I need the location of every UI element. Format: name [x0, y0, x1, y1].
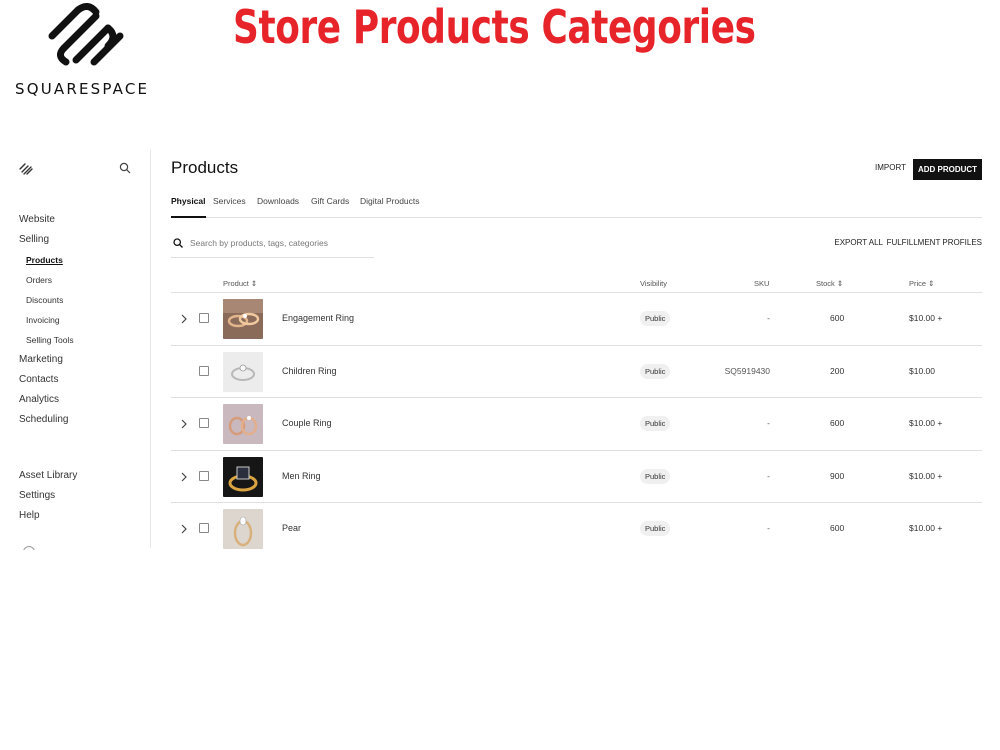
table-row[interactable]: Couple Ring Public - 600 $10.00 +	[171, 398, 982, 451]
column-price[interactable]: Price ⇕	[909, 279, 934, 288]
stock-value: 600	[830, 418, 845, 428]
product-type-tabs: Physical Services Downloads Gift Cards D…	[171, 196, 982, 218]
product-name[interactable]: Couple Ring	[282, 418, 332, 428]
sidebar-item-selling[interactable]: Selling	[19, 234, 74, 254]
tab-physical[interactable]: Physical	[171, 196, 206, 218]
column-visibility: Visibility	[640, 279, 667, 288]
table-header: Product ⇕ Visibility SKU Stock ⇕ Price ⇕	[171, 274, 982, 293]
sidebar-bottom-nav: Asset Library Settings Help	[19, 470, 77, 530]
stock-value: 200	[830, 365, 845, 376]
row-checkbox[interactable]	[199, 365, 209, 376]
avatar[interactable]	[23, 546, 35, 550]
search-icon[interactable]	[119, 162, 131, 174]
product-name[interactable]: Men Ring	[282, 471, 321, 481]
pear-diamond-ring-photo	[223, 509, 263, 549]
column-product[interactable]: Product ⇕	[223, 279, 257, 288]
product-name[interactable]: Pear	[282, 523, 301, 533]
sidebar-item-contacts[interactable]: Contacts	[19, 374, 74, 394]
sidebar-item-asset-library[interactable]: Asset Library	[19, 470, 77, 490]
price-value: $10.00	[909, 365, 935, 376]
visibility-badge: Public	[640, 416, 671, 431]
sidebar-item-analytics[interactable]: Analytics	[19, 394, 74, 414]
visibility-badge: Public	[640, 521, 671, 536]
export-all-button[interactable]: EXPORT ALL	[834, 238, 883, 247]
stock-value: 600	[830, 523, 845, 533]
sidebar-item-products[interactable]: Products	[19, 254, 74, 274]
search-icon	[173, 238, 183, 248]
tab-digital-products[interactable]: Digital Products	[360, 196, 420, 218]
sidebar-item-invoicing[interactable]: Invoicing	[19, 314, 74, 334]
couple-rings-photo	[223, 404, 263, 444]
stock-value: 600	[830, 313, 845, 323]
visibility-badge: Public	[640, 468, 671, 484]
banner-title: Store Products Categories	[233, 0, 756, 54]
column-sku: SKU	[754, 279, 770, 288]
sku-value: -	[767, 470, 770, 481]
visibility-badge: Public	[640, 363, 671, 379]
tab-services[interactable]: Services	[213, 196, 246, 218]
sidebar-item-orders[interactable]: Orders	[19, 274, 74, 294]
import-button[interactable]: IMPORT	[875, 163, 906, 172]
row-checkbox[interactable]	[199, 418, 209, 428]
price-value: $10.00 +	[909, 313, 943, 323]
visibility-badge: Public	[640, 311, 671, 326]
tab-gift-cards[interactable]: Gift Cards	[311, 196, 349, 218]
page-title: Products	[171, 158, 239, 177]
row-checkbox[interactable]	[199, 313, 209, 323]
chevron-right-icon[interactable]	[180, 524, 188, 534]
sku-value: -	[767, 313, 770, 323]
table-row[interactable]: Engagement Ring Public - 600 $10.00 +	[171, 293, 982, 346]
black-gem-ring-photo	[223, 456, 263, 497]
search-bar	[171, 234, 374, 258]
sidebar-item-settings[interactable]: Settings	[19, 490, 77, 510]
brand-name: SQUARESPACE	[15, 80, 150, 98]
products-table: Product ⇕ Visibility SKU Stock ⇕ Price ⇕…	[171, 274, 982, 550]
row-checkbox[interactable]	[199, 470, 209, 481]
sidebar-item-scheduling[interactable]: Scheduling	[19, 414, 74, 434]
squarespace-logo-icon[interactable]	[19, 163, 33, 175]
column-stock[interactable]: Stock ⇕	[816, 279, 843, 288]
table-row[interactable]: Pear Public - 600 $10.00 +	[171, 503, 982, 550]
add-product-button[interactable]: ADD PRODUCT	[913, 159, 982, 180]
chevron-right-icon[interactable]	[180, 419, 188, 429]
sidebar-item-help[interactable]: Help	[19, 510, 77, 530]
app-window: Website Selling Products Orders Discount…	[0, 150, 1000, 550]
rose-gold-rings-photo	[223, 299, 263, 339]
stock-value: 900	[830, 470, 845, 481]
sidebar-item-website[interactable]: Website	[19, 214, 74, 234]
sidebar-item-discounts[interactable]: Discounts	[19, 294, 74, 314]
squarespace-logo-icon	[48, 3, 124, 66]
table-row[interactable]: Children Ring Public SQ5919430 200 $10.0…	[171, 346, 982, 398]
sidebar-item-selling-tools[interactable]: Selling Tools	[19, 334, 74, 354]
price-value: $10.00 +	[909, 418, 943, 428]
sku-value: SQ5919430	[724, 365, 770, 376]
sidebar: Website Selling Products Orders Discount…	[0, 150, 151, 550]
chevron-right-icon[interactable]	[180, 314, 188, 324]
product-name[interactable]: Engagement Ring	[282, 313, 354, 323]
silver-ring-photo	[223, 351, 263, 392]
sku-value: -	[767, 523, 770, 533]
fulfillment-profiles-button[interactable]: FULFILLMENT PROFILES	[887, 238, 982, 247]
chevron-right-icon[interactable]	[180, 472, 188, 482]
table-row[interactable]: Men Ring Public - 900 $10.00 +	[171, 451, 982, 503]
price-value: $10.00 +	[909, 470, 943, 481]
row-checkbox[interactable]	[199, 523, 209, 533]
sku-value: -	[767, 418, 770, 428]
search-input[interactable]	[190, 234, 370, 252]
product-name[interactable]: Children Ring	[282, 366, 337, 376]
sidebar-nav: Website Selling Products Orders Discount…	[19, 214, 74, 434]
sidebar-item-marketing[interactable]: Marketing	[19, 354, 74, 374]
main-content: Products IMPORT ADD PRODUCT Physical Ser…	[171, 150, 982, 550]
tab-downloads[interactable]: Downloads	[257, 196, 299, 218]
price-value: $10.00 +	[909, 523, 943, 533]
